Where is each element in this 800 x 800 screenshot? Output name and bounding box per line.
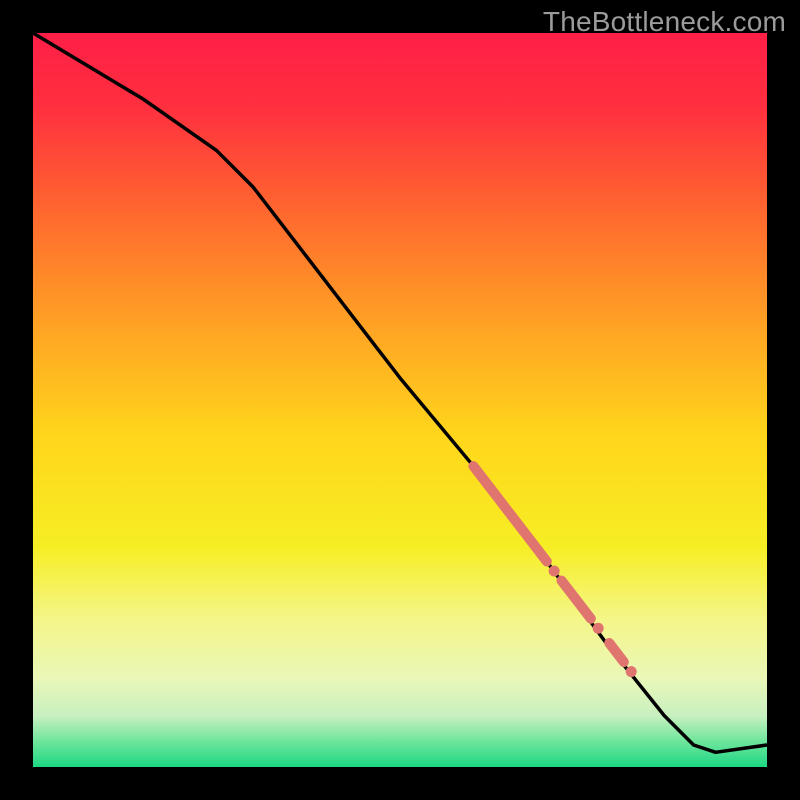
highlight-dot — [593, 623, 604, 634]
plot-area — [33, 33, 767, 767]
chart-svg — [33, 33, 767, 767]
highlight-dot — [549, 566, 560, 577]
chart-frame: TheBottleneck.com — [0, 0, 800, 800]
highlight-dot — [626, 666, 637, 677]
gradient-background — [33, 33, 767, 767]
